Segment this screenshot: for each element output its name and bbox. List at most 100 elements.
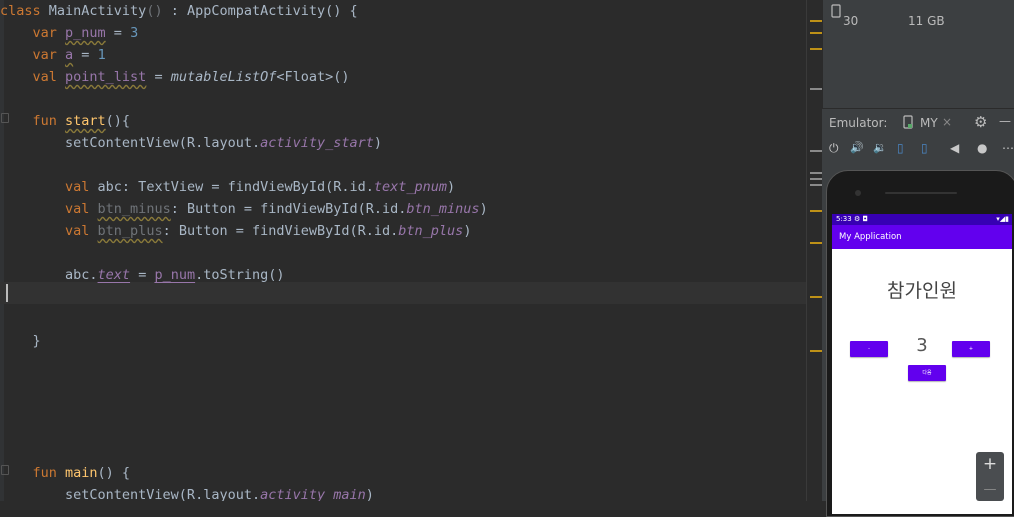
code-token: () { <box>97 465 131 481</box>
info-marker[interactable] <box>810 172 822 174</box>
code-line[interactable]: class MainActivity() : AppCompatActivity… <box>0 0 358 22</box>
code-token: val <box>65 201 98 217</box>
code-token: MainActivity <box>48 3 147 19</box>
code-line[interactable]: var p_num = 3 <box>0 22 139 44</box>
code-token: fun <box>32 113 66 129</box>
code-token: .toString() <box>195 267 285 283</box>
warning-marker[interactable] <box>810 296 822 298</box>
code-token: main <box>65 465 98 481</box>
info-marker[interactable] <box>810 150 822 152</box>
emulator-controls: ⏻ 🔊 🔉 ▯ ▯ ◀ ● ⋯ <box>822 136 1014 162</box>
code-token: = <box>73 47 98 63</box>
zoom-controls: + — <box>976 452 1004 501</box>
code-token: (){ <box>105 113 131 129</box>
code-token: start <box>65 113 106 129</box>
emulator-area: 5:33 ⚙ ◘ ▾◢▮ My Application 참가인원 - 3 + 다… <box>822 162 1014 517</box>
code-line[interactable]: fun main() { <box>0 462 131 484</box>
next-button[interactable]: 다음 <box>908 365 946 381</box>
code-token: fun <box>32 465 66 481</box>
code-line[interactable]: val btn_minus: Button = findViewById(R.i… <box>0 198 488 220</box>
close-icon[interactable]: × <box>942 115 952 129</box>
code-token: ) <box>373 135 383 151</box>
code-line[interactable]: val abc: TextView = findViewById(R.id.te… <box>0 176 455 198</box>
text-caret <box>6 284 8 302</box>
device-icon <box>903 115 913 129</box>
editor-scrollbar-markers[interactable] <box>806 0 823 501</box>
app-bar: My Application <box>832 225 1012 249</box>
volume-up-icon[interactable]: 🔊 <box>850 140 864 156</box>
code-token: btn_plus <box>398 223 464 239</box>
code-token: p_num <box>154 267 196 283</box>
home-icon[interactable]: ● <box>977 140 987 156</box>
info-marker[interactable] <box>810 178 822 180</box>
fold-icon[interactable] <box>1 113 9 123</box>
code-line[interactable]: var a = 1 <box>0 44 106 66</box>
code-line[interactable]: val point_list = mutableListOf<Float>() <box>0 66 350 88</box>
code-token: = <box>130 267 155 283</box>
volume-down-icon[interactable]: 🔉 <box>873 140 887 156</box>
heading-label: 참가인원 <box>887 280 957 302</box>
code-line[interactable]: fun start(){ <box>0 110 131 132</box>
code-token: setContentView(R.layout. <box>0 135 261 151</box>
code-token: = <box>146 69 171 85</box>
code-token: : Button = findViewById(R.id. <box>170 201 407 217</box>
plus-button[interactable]: + <box>952 341 990 357</box>
code-token: abc. <box>0 267 98 283</box>
more-icon[interactable]: ⋯ <box>1002 140 1014 156</box>
minus-button[interactable]: - <box>850 341 888 357</box>
code-editor[interactable]: class MainActivity() : AppCompatActivity… <box>0 0 806 501</box>
emulator-tab[interactable]: MY × <box>900 109 962 138</box>
phone-icon <box>831 4 841 18</box>
code-token: 3 <box>130 25 139 41</box>
code-line[interactable]: abc.text = p_num.toString() <box>0 264 285 286</box>
code-token: ) <box>479 201 488 217</box>
code-token: abc: TextView = findViewById(R.id. <box>97 179 374 195</box>
warning-marker[interactable] <box>810 48 822 50</box>
code-token: text <box>97 267 131 283</box>
gear-icon[interactable]: ⚙ <box>974 113 987 131</box>
speaker-grille <box>885 192 957 194</box>
code-token: var <box>32 25 66 41</box>
warning-marker[interactable] <box>810 242 822 244</box>
code-token: = <box>105 25 131 41</box>
status-time: 5:33 <box>836 215 852 223</box>
fold-icon[interactable] <box>1 465 9 475</box>
code-token: var <box>32 47 66 63</box>
emulator-tab-label: MY <box>920 116 938 130</box>
zoom-in-button[interactable]: + <box>976 454 1004 474</box>
code-token: val <box>65 179 98 195</box>
code-token: btn_minus <box>97 201 171 217</box>
warning-marker[interactable] <box>810 210 822 212</box>
warning-marker[interactable] <box>810 350 822 352</box>
code-line[interactable]: } <box>0 330 41 352</box>
power-icon[interactable]: ⏻ <box>829 140 839 156</box>
info-marker[interactable] <box>810 88 822 90</box>
emulator-label: Emulator: <box>829 116 888 130</box>
status-bar: 5:33 ⚙ ◘ ▾◢▮ <box>832 214 1012 225</box>
code-token: val <box>65 223 98 239</box>
rotate-right-icon[interactable]: ▯ <box>921 140 928 156</box>
code-token: class <box>0 3 49 19</box>
code-token: setContentView(R.layout. <box>0 487 261 501</box>
code-line[interactable]: setContentView(R.layout.activity_start) <box>0 132 382 154</box>
rotate-left-icon[interactable]: ▯ <box>897 140 904 156</box>
info-marker[interactable] <box>810 184 822 186</box>
api-level: 30 <box>843 14 859 28</box>
code-line[interactable]: setContentView(R.layout.activity_main) <box>0 484 374 501</box>
camera-icon <box>855 190 861 196</box>
code-line[interactable]: val btn_plus: Button = findViewById(R.id… <box>0 220 471 242</box>
warning-marker[interactable] <box>810 32 822 34</box>
minimize-icon[interactable]: — <box>999 114 1011 128</box>
warning-marker[interactable] <box>810 20 822 22</box>
back-icon[interactable]: ◀ <box>950 140 959 156</box>
code-token: mutableListOf <box>170 69 277 85</box>
zoom-out-button[interactable]: — <box>976 482 1004 497</box>
count-text: 3 <box>916 335 928 356</box>
code-token: ) <box>447 179 456 195</box>
emulator-toolbar: Emulator: MY × ⚙ — <box>822 108 1014 138</box>
